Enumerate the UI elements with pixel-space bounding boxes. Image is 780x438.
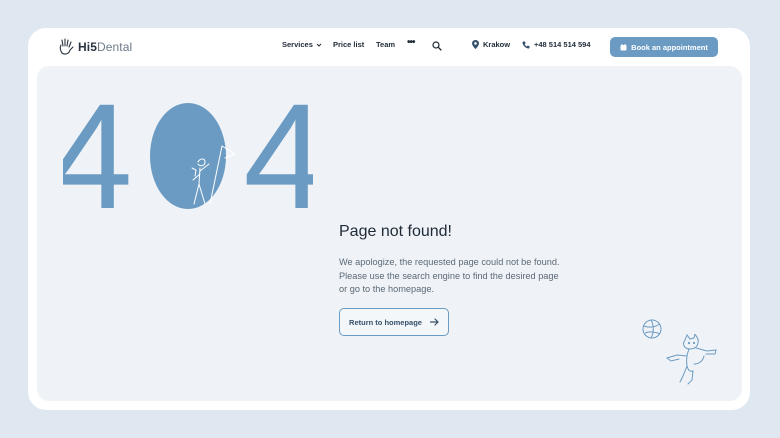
nav-services[interactable]: Services [282, 40, 322, 49]
page-title: Page not found! [339, 223, 452, 240]
hand-logo-icon [59, 38, 74, 55]
location-label: Krakow [483, 40, 511, 49]
error-description: We apologize, the requested page could n… [339, 256, 579, 297]
site-header: Hi5Dental Services Price list Team ••• K… [28, 28, 750, 66]
book-appointment-button[interactable]: Book an appointment [610, 37, 718, 57]
error-description-line-2: Please use the search engine to find the… [339, 270, 559, 281]
nav-services-label: Services [282, 40, 313, 49]
location-link[interactable]: Krakow [472, 40, 510, 49]
logo-brand-part2: Dental [96, 40, 133, 54]
logo-text: Hi5Dental [78, 40, 132, 54]
arrow-right-icon [429, 318, 439, 326]
error-digit-last: 4 [243, 92, 313, 212]
phone-label: +48 514 514 594 [534, 40, 591, 49]
error-code-404: 4 4 [63, 92, 313, 212]
book-appointment-label: Book an appointment [631, 42, 708, 52]
return-home-label: Return to homepage [349, 317, 422, 327]
page-frame: Hi5Dental Services Price list Team ••• K… [28, 28, 750, 410]
more-menu-icon[interactable]: ••• [407, 37, 415, 48]
map-pin-icon [472, 40, 479, 49]
logo[interactable]: Hi5Dental [58, 37, 132, 57]
error-digit-first: 4 [63, 92, 133, 212]
ball-illustration-icon [642, 319, 662, 339]
nav-price-list[interactable]: Price list [333, 40, 364, 49]
main-content: 4 4 Page not found! We apologize, the re… [37, 66, 742, 401]
nav-team[interactable]: Team [376, 40, 395, 49]
cat-illustration-icon [665, 334, 717, 385]
error-zero-ellipse [150, 103, 226, 209]
chevron-down-icon [316, 43, 322, 47]
search-icon[interactable] [432, 41, 442, 51]
phone-icon [522, 41, 530, 49]
logo-brand-part1: Hi5 [78, 40, 97, 54]
calendar-icon [620, 43, 627, 50]
error-description-line-1: We apologize, the requested page could n… [339, 257, 560, 267]
phone-link[interactable]: +48 514 514 594 [522, 40, 591, 49]
return-home-button[interactable]: Return to homepage [339, 308, 449, 336]
error-description-line-3: or go to the homepage. [339, 284, 435, 294]
